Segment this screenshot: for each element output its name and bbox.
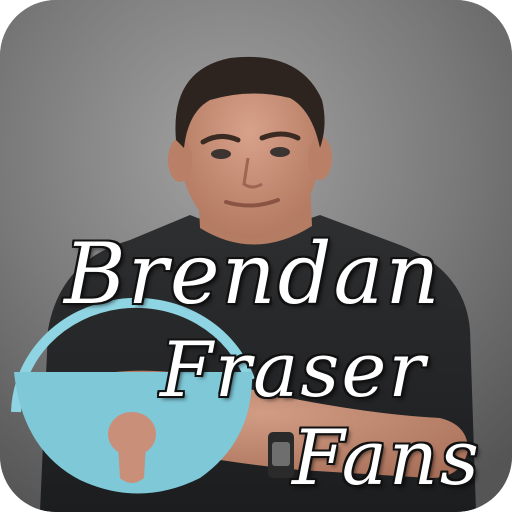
app-icon[interactable]: Brendan Fraser Fans — [0, 0, 512, 512]
title-line-fans: Fans — [292, 413, 481, 502]
keyhole-stem — [118, 444, 146, 483]
title-line-brendan: Brendan — [64, 225, 442, 323]
title-line-fraser: Fraser — [160, 325, 427, 414]
